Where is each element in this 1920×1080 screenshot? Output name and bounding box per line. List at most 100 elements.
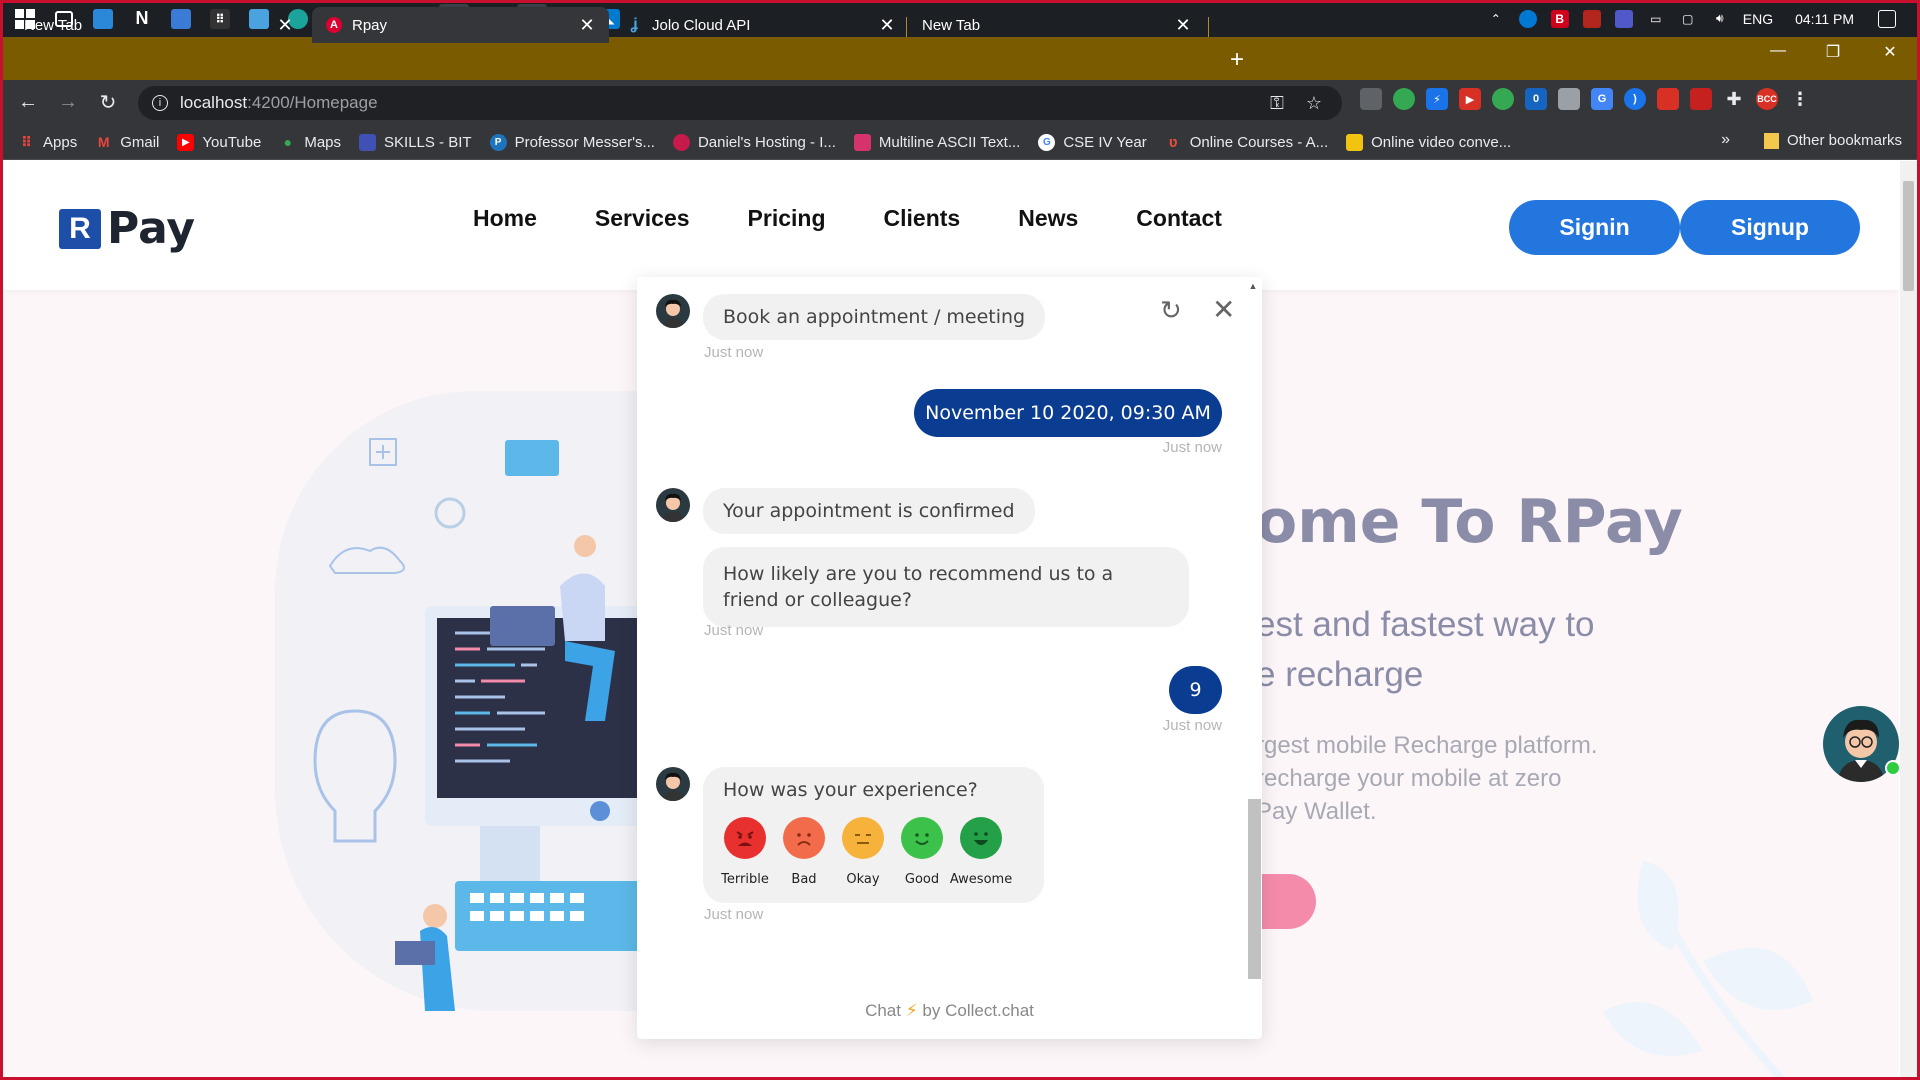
tab-rpay[interactable]: A Rpay ✕ — [312, 7, 609, 43]
bookmark-daniels-hosting[interactable]: Daniel's Hosting - I... — [672, 133, 836, 151]
scroll-up-icon[interactable]: ▲ — [1246, 281, 1260, 291]
rating-good[interactable]: Good — [900, 817, 944, 893]
password-key-icon[interactable]: ⚿ — [1270, 93, 1284, 114]
volume-icon[interactable]: 🔊︎ — [1711, 10, 1729, 28]
chat-scrollbar[interactable]: ▲ — [1246, 281, 1261, 979]
rating-okay[interactable]: Okay — [841, 817, 885, 893]
extensions-bar: ⚡ ▶ 0 G ) ✚ BCC ⋮ — [1360, 88, 1811, 110]
hero-illustration — [313, 438, 645, 1011]
onedrive-icon[interactable] — [1518, 9, 1537, 28]
tab-new-1[interactable]: New Tab ✕ — [10, 7, 307, 43]
bookmark-label: SKILLS - BIT — [384, 133, 472, 151]
smile-face-icon[interactable] — [901, 817, 943, 859]
courses-icon: ʋ — [1168, 133, 1178, 151]
neutral-face-icon[interactable] — [842, 817, 884, 859]
tab-close-icon[interactable]: ✕ — [877, 15, 897, 36]
grin-face-icon[interactable] — [960, 817, 1002, 859]
nav-news[interactable]: News — [1018, 205, 1078, 232]
forward-icon[interactable]: → — [54, 89, 82, 117]
minimize-icon[interactable]: — — [1758, 42, 1798, 60]
extensions-puzzle-icon[interactable]: ✚ — [1723, 88, 1745, 110]
bookmark-multiline-ascii[interactable]: Multiline ASCII Text... — [853, 133, 1020, 151]
battery-icon[interactable]: ▭ — [1647, 10, 1665, 28]
ext-red-play-icon[interactable]: ▶ — [1459, 88, 1481, 110]
page-scrollbar[interactable] — [1900, 161, 1917, 1077]
close-window-icon[interactable]: ✕ — [1870, 42, 1910, 62]
rpay-logo[interactable]: R Pay — [59, 203, 195, 254]
ext-globe-icon[interactable] — [1393, 88, 1415, 110]
bookmark-star-icon[interactable]: ☆ — [1306, 93, 1322, 114]
bookmark-youtube[interactable]: ▶ YouTube — [177, 133, 261, 151]
site-info-icon[interactable]: i — [152, 95, 168, 111]
teams-tray-icon[interactable] — [1614, 9, 1633, 28]
chat-powered-by[interactable]: Chat ⚡ by Collect.chat — [637, 1001, 1262, 1021]
tab-close-icon[interactable]: ✕ — [275, 15, 295, 36]
url-host: localhost — [180, 93, 248, 112]
ext-pdf-icon[interactable] — [1690, 88, 1712, 110]
nav-pricing[interactable]: Pricing — [748, 205, 826, 232]
message-timestamp: Just now — [704, 622, 764, 639]
maps-icon: ● — [283, 134, 293, 150]
footer-chat-text: Chat — [865, 1001, 901, 1020]
nav-home[interactable]: Home — [473, 205, 537, 232]
notifications-icon[interactable] — [1878, 9, 1896, 28]
chat-scrollbar-thumb[interactable] — [1248, 799, 1261, 979]
bookmark-label: Maps — [304, 133, 342, 151]
site-header: R Pay Home Services Pricing Clients News… — [3, 161, 1899, 290]
nav-clients[interactable]: Clients — [884, 205, 961, 232]
nav-services[interactable]: Services — [595, 205, 690, 232]
bookmark-cse-iv-year[interactable]: G CSE IV Year — [1038, 133, 1147, 151]
rating-bad[interactable]: Bad — [782, 817, 826, 893]
other-bookmarks[interactable]: Other bookmarks — [1763, 132, 1902, 149]
bookmark-apps[interactable]: ⠿ Apps — [18, 134, 77, 151]
network-icon[interactable]: ▢ — [1679, 10, 1697, 28]
rating-terrible[interactable]: Terrible — [721, 817, 769, 893]
back-icon[interactable]: ← — [14, 89, 42, 117]
refresh-icon[interactable]: ↻ — [1160, 295, 1182, 326]
sad-face-icon[interactable] — [783, 817, 825, 859]
bookmark-gmail[interactable]: M Gmail — [95, 134, 160, 151]
online-status-dot — [1885, 760, 1899, 776]
bookmark-professor-messer[interactable]: P Professor Messer's... — [489, 133, 655, 151]
rating-label: Good — [904, 872, 940, 887]
clock[interactable]: 04:11 PM — [1795, 11, 1854, 27]
tab-close-icon[interactable]: ✕ — [1173, 15, 1193, 36]
nav-contact[interactable]: Contact — [1136, 205, 1222, 232]
close-icon[interactable]: ✕ — [1212, 293, 1235, 326]
ext-green-icon[interactable] — [1492, 88, 1514, 110]
reload-icon[interactable]: ↻ — [94, 89, 122, 117]
bookmark-online-courses[interactable]: ʋ Online Courses - A... — [1165, 134, 1328, 151]
bookmark-video-converter[interactable]: Online video conve... — [1346, 133, 1511, 151]
signin-button[interactable]: Signin — [1509, 200, 1680, 255]
tab-title: Jolo Cloud API — [652, 16, 751, 34]
ext-lightning-icon[interactable]: ⚡ — [1426, 88, 1448, 110]
restore-icon[interactable]: ❐ — [1813, 42, 1853, 62]
bookmark-maps[interactable]: ● Maps — [279, 134, 341, 151]
chrome-menu-icon[interactable]: ⋮ — [1789, 88, 1811, 110]
signup-button[interactable]: Signup — [1680, 200, 1860, 255]
ext-reader-icon[interactable]: ) — [1624, 88, 1646, 110]
new-tab-plus-icon[interactable]: + — [1222, 45, 1252, 75]
language-indicator[interactable]: ENG — [1743, 11, 1773, 27]
page-scrollbar-thumb[interactable] — [1903, 181, 1914, 291]
rating-awesome[interactable]: Awesome — [950, 817, 1012, 893]
ext-badge-icon[interactable]: 0 — [1525, 88, 1547, 110]
tab-strip — [0, 37, 1920, 80]
address-bar[interactable]: i localhost:4200/Homepage ⚿ ☆ — [138, 86, 1342, 120]
ext-red-badge-icon[interactable] — [1657, 88, 1679, 110]
ext-drive-icon[interactable] — [1558, 88, 1580, 110]
bookmarks-overflow-icon[interactable]: » — [1721, 131, 1730, 149]
chevron-up-icon[interactable]: ⌃ — [1487, 10, 1505, 28]
tab-jolo-cloud[interactable]: ʝ Jolo Cloud API ✕ — [612, 7, 909, 43]
ext-translate-icon[interactable]: G — [1591, 88, 1613, 110]
messer-icon: P — [489, 133, 507, 151]
tab-new-2[interactable]: New Tab ✕ — [908, 7, 1205, 43]
app-b-icon[interactable]: B — [1550, 9, 1569, 28]
angry-face-icon[interactable] — [724, 817, 766, 859]
bookmark-skills-bit[interactable]: SKILLS - BIT — [359, 133, 472, 151]
ext-cloud-icon[interactable] — [1360, 88, 1382, 110]
profile-avatar[interactable]: BCC — [1756, 88, 1778, 110]
chat-widget: ↻ ✕ ▲ Book an appointment / meeting Just… — [637, 277, 1262, 1039]
tab-close-icon[interactable]: ✕ — [577, 15, 597, 36]
app-red-car-icon[interactable] — [1582, 9, 1601, 28]
